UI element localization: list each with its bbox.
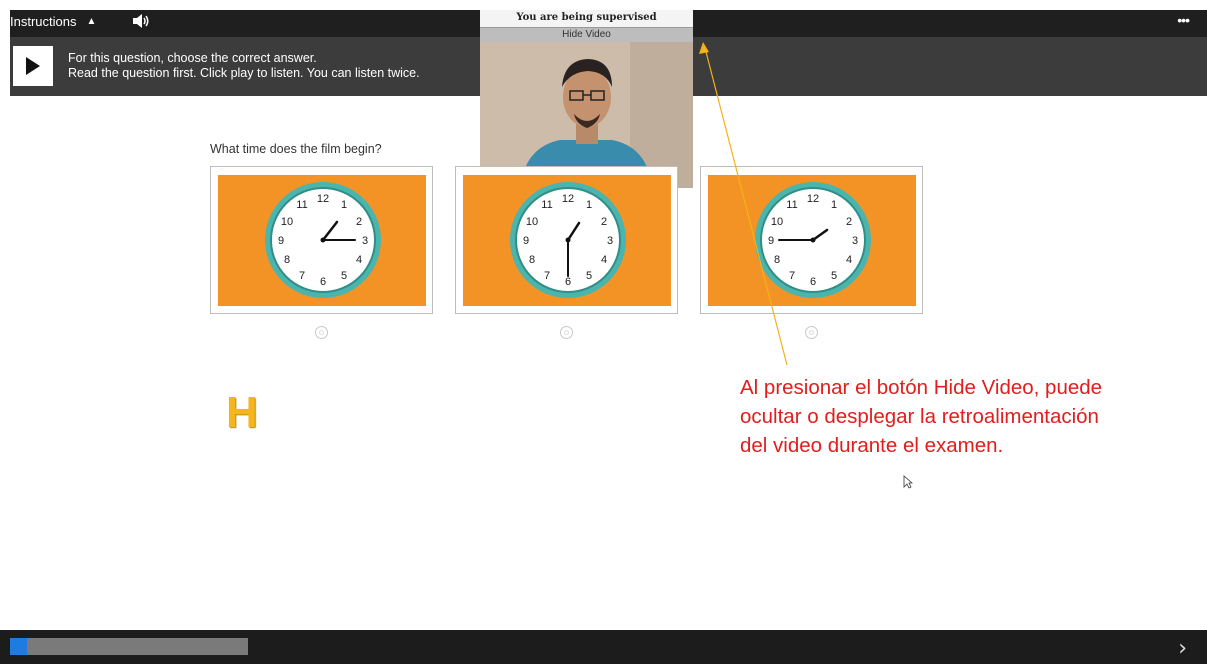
instruction-line-2: Read the question first. Click play to l… [68,66,420,80]
svg-text:5: 5 [831,270,837,282]
option-card-1[interactable]: 12 1 2 345 678 9 10 11 [210,166,433,314]
option-image-1: 12 1 2 345 678 9 10 11 [218,175,426,306]
supervision-title: You are being supervised [480,10,693,27]
ellipsis-icon[interactable]: ••• [1177,12,1190,28]
hide-video-button[interactable]: Hide Video [480,27,693,42]
svg-text:2: 2 [601,216,607,228]
annotation-line-3: del video durante el examen. [740,434,1004,457]
clock-icon: 12 12 345 678 91011 [265,182,381,298]
svg-text:12: 12 [807,193,819,205]
svg-text:12: 12 [317,193,329,205]
annotation-line-1: Al presionar el botón Hide Video, puede [740,376,1103,399]
instructions-toggle[interactable]: Instructions ▲ [10,14,96,29]
svg-text:7: 7 [544,270,550,282]
svg-text:6: 6 [810,276,816,288]
svg-text:10: 10 [281,216,293,228]
annotation-line-2: ocultar o desplegar la retroalimentación [740,405,1099,428]
instruction-line-1: For this question, choose the correct an… [68,51,317,65]
svg-text:12: 12 [562,193,574,205]
svg-text:11: 11 [296,199,307,211]
caret-up-icon: ▲ [86,16,97,27]
chevron-right-icon[interactable]: › [1178,636,1187,661]
option-radio-2[interactable] [560,326,573,339]
annotation-text: Al presionar el botón Hide Video, puede … [740,373,1180,460]
svg-text:4: 4 [846,254,852,266]
play-button[interactable] [13,46,53,86]
svg-text:6: 6 [565,276,571,288]
svg-text:11: 11 [541,199,552,211]
svg-text:10: 10 [526,216,538,228]
clock-icon: 12 12 345 678 91011 [510,182,626,298]
option-radio-1[interactable] [315,326,328,339]
svg-text:3: 3 [607,235,613,247]
svg-text:8: 8 [529,254,535,266]
svg-text:3: 3 [362,235,368,247]
svg-text:9: 9 [523,235,529,247]
svg-text:7: 7 [299,270,305,282]
svg-text:8: 8 [284,254,290,266]
svg-text:5: 5 [586,270,592,282]
svg-text:4: 4 [601,254,607,266]
progress-fill [10,638,27,655]
progress-bar [10,638,248,655]
question-text: What time does the film begin? [210,142,382,156]
instruction-text: For this question, choose the correct an… [68,51,420,81]
option-radio-3[interactable] [805,326,818,339]
svg-text:5: 5 [341,270,347,282]
mouse-cursor-icon [903,475,913,489]
speaker-icon[interactable] [132,13,150,33]
option-card-2[interactable]: 12 1 2 345 678 9 10 11 [455,166,678,314]
svg-text:3: 3 [852,235,858,247]
proctor-video-panel: You are being supervised Hide Video [480,10,693,188]
svg-text:1: 1 [341,199,347,211]
svg-text:1: 1 [831,199,837,211]
svg-text:1: 1 [586,199,592,211]
option-image-2: 12 1 2 345 678 9 10 11 [463,175,671,306]
bottom-navigation-bar: › [0,630,1207,664]
letter-watermark: H [226,388,258,437]
svg-text:4: 4 [356,254,362,266]
annotation-arrow [699,42,788,366]
svg-text:2: 2 [846,216,852,228]
svg-text:6: 6 [320,276,326,288]
instructions-label: Instructions [10,14,77,29]
svg-text:9: 9 [278,235,284,247]
svg-text:2: 2 [356,216,362,228]
play-icon [26,57,40,75]
